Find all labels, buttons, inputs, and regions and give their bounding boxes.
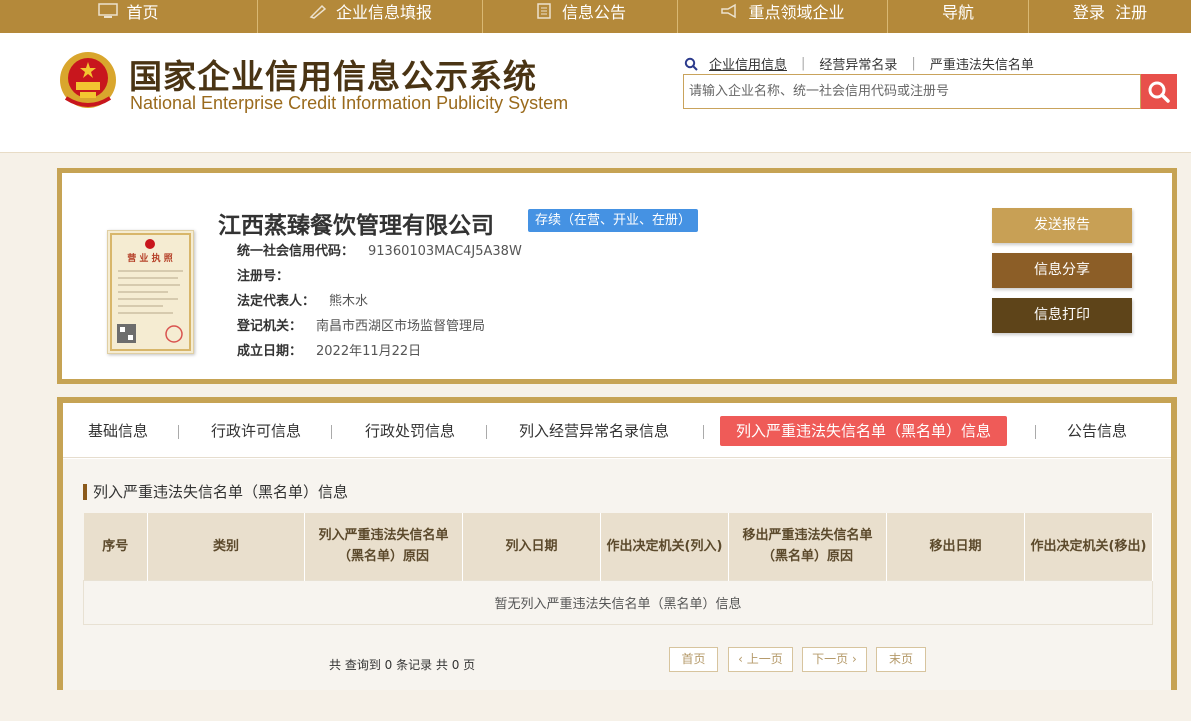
- field-value: 91360103MAC4J5A38W: [368, 244, 522, 259]
- tab-basic-info[interactable]: 基础信息: [88, 416, 148, 446]
- column-header: 序号: [83, 513, 148, 580]
- table-header-row: 序号 类别 列入严重违法失信名单（黑名单）原因 列入日期 作出决定机关(列入) …: [83, 513, 1153, 580]
- field-label: 注册号：: [237, 269, 290, 284]
- field-label: 成立日期：: [237, 344, 303, 359]
- empty-message: 暂无列入严重违法失信名单（黑名单）信息: [83, 579, 1153, 625]
- search-type-links: 企业信用信息 | 经营异常名录 | 严重违法失信名单: [684, 54, 1048, 73]
- field-label: 法定代表人：: [237, 294, 316, 309]
- nav-announcements[interactable]: 信息公告: [483, 0, 678, 33]
- pager-next-label: 下一页: [812, 652, 849, 666]
- pen-icon: [309, 4, 327, 19]
- document-icon: [537, 2, 551, 19]
- field-reg-number: 注册号：: [237, 265, 303, 284]
- pager-prev-button[interactable]: ‹ 上一页: [728, 647, 793, 672]
- pager-next-button[interactable]: 下一页 ›: [802, 647, 867, 672]
- license-image-icon: 营 业 执 照: [110, 233, 191, 351]
- nav-navigation[interactable]: 导航: [888, 0, 1029, 33]
- tab-divider: [1035, 425, 1036, 439]
- nav-enterprise-report-label: 企业信息填报: [335, 2, 432, 22]
- tab-divider: [486, 425, 487, 439]
- tab-admin-license[interactable]: 行政许可信息: [211, 416, 301, 446]
- nav-home-label: 首页: [126, 2, 159, 22]
- tab-announcements[interactable]: 公告信息: [1067, 416, 1127, 446]
- nav-key-sectors[interactable]: 重点领域企业: [678, 0, 888, 33]
- field-authority: 登记机关： 南昌市西湖区市场监督管理局: [237, 315, 485, 334]
- tab-divider: [178, 425, 179, 439]
- status-badge: 存续（在营、开业、在册）: [528, 209, 699, 232]
- field-legal-rep: 法定代表人： 熊木水: [237, 290, 368, 309]
- tab-admin-penalty[interactable]: 行政处罚信息: [365, 416, 455, 446]
- column-header: 作出决定机关(移出): [1024, 513, 1153, 580]
- license-title: 营 业 执 照: [127, 252, 172, 264]
- monitor-icon: [98, 2, 119, 18]
- megaphone-icon: [721, 3, 737, 18]
- nav-home[interactable]: 首页: [0, 0, 258, 33]
- search-icon: [684, 57, 698, 71]
- column-header: 移出日期: [886, 513, 1025, 580]
- business-license-thumbnail[interactable]: 营 业 执 照: [107, 230, 194, 354]
- top-nav: 首页 企业信息填报 信息公告 重点领域企业 导航 登录 注册: [0, 0, 1191, 33]
- search-input[interactable]: [684, 75, 1140, 108]
- blacklist-table: 序号 类别 列入严重违法失信名单（黑名单）原因 列入日期 作出决定机关(列入) …: [83, 513, 1153, 625]
- link-blacklist[interactable]: 严重违法失信名单: [916, 54, 1048, 73]
- tab-bar: 基础信息 行政许可信息 行政处罚信息 列入经营异常名录信息 列入严重违法失信名单…: [63, 403, 1171, 458]
- nav-enterprise-report[interactable]: 企业信息填报: [258, 0, 483, 33]
- nav-login-register-label: 登录 注册: [1072, 2, 1148, 22]
- search-box: [683, 74, 1141, 109]
- tab-divider: [703, 425, 704, 439]
- national-emblem-icon: [60, 52, 116, 108]
- nav-navigation-label: 导航: [941, 2, 974, 22]
- search-button[interactable]: [1141, 74, 1177, 109]
- site-header: 国家企业信用信息公示系统 National Enterprise Credit …: [0, 33, 1191, 153]
- detail-panel: 基础信息 行政许可信息 行政处罚信息 列入经营异常名录信息 列入严重违法失信名单…: [57, 397, 1177, 690]
- link-abnormal-list[interactable]: 经营异常名录: [805, 54, 911, 73]
- search-icon: [1148, 81, 1170, 103]
- tab-divider: [331, 425, 332, 439]
- field-value: 熊木水: [329, 294, 369, 309]
- column-header: 列入严重违法失信名单（黑名单）原因: [304, 513, 463, 580]
- pager-last-button[interactable]: 末页: [876, 647, 926, 672]
- section-title: 列入严重违法失信名单（黑名单）信息: [83, 484, 348, 500]
- share-info-button[interactable]: 信息分享: [992, 253, 1132, 288]
- send-report-button[interactable]: 发送报告: [992, 208, 1132, 243]
- chevron-right-icon: ›: [848, 652, 857, 666]
- company-name: 江西蒸臻餐饮管理有限公司: [218, 213, 494, 239]
- company-card: 营 业 执 照 江西蒸臻餐饮管理有限公司 存续（在营、开业、在册） 统一社会信用…: [57, 168, 1177, 384]
- field-label: 统一社会信用代码：: [237, 244, 355, 259]
- tab-content: 列入严重违法失信名单（黑名单）信息 序号 类别 列入严重违法失信名单（黑名单）原…: [63, 459, 1171, 690]
- column-header: 列入日期: [462, 513, 601, 580]
- tab-blacklist[interactable]: 列入严重违法失信名单（黑名单）信息: [720, 416, 1008, 446]
- nav-login-register[interactable]: 登录 注册: [1029, 0, 1191, 33]
- print-info-button[interactable]: 信息打印: [992, 298, 1132, 333]
- pager-prev-label: 上一页: [746, 652, 783, 666]
- pager-info: 共 查询到 0 条记录 共 0 页: [329, 658, 476, 672]
- site-subtitle: National Enterprise Credit Information P…: [130, 93, 569, 113]
- column-header: 移出严重违法失信名单（黑名单）原因: [728, 513, 887, 580]
- chevron-left-icon: ‹: [738, 652, 747, 666]
- tab-abnormal-list[interactable]: 列入经营异常名录信息: [519, 416, 669, 446]
- nav-announcements-label: 信息公告: [561, 2, 626, 22]
- field-label: 登记机关：: [237, 319, 303, 334]
- link-enterprise-credit[interactable]: 企业信用信息: [709, 54, 801, 73]
- field-credit-code: 统一社会信用代码： 91360103MAC4J5A38W: [237, 240, 522, 259]
- table-row: 暂无列入严重违法失信名单（黑名单）信息: [83, 579, 1153, 625]
- site-title: 国家企业信用信息公示系统: [129, 57, 537, 96]
- pager-first-button[interactable]: 首页: [669, 647, 718, 672]
- field-value: 2022年11月22日: [316, 344, 422, 359]
- column-header: 作出决定机关(列入): [600, 513, 729, 580]
- field-value: 南昌市西湖区市场监督管理局: [316, 319, 486, 334]
- field-established: 成立日期： 2022年11月22日: [237, 340, 421, 359]
- nav-key-sectors-label: 重点领域企业: [748, 2, 845, 22]
- column-header: 类别: [147, 513, 305, 580]
